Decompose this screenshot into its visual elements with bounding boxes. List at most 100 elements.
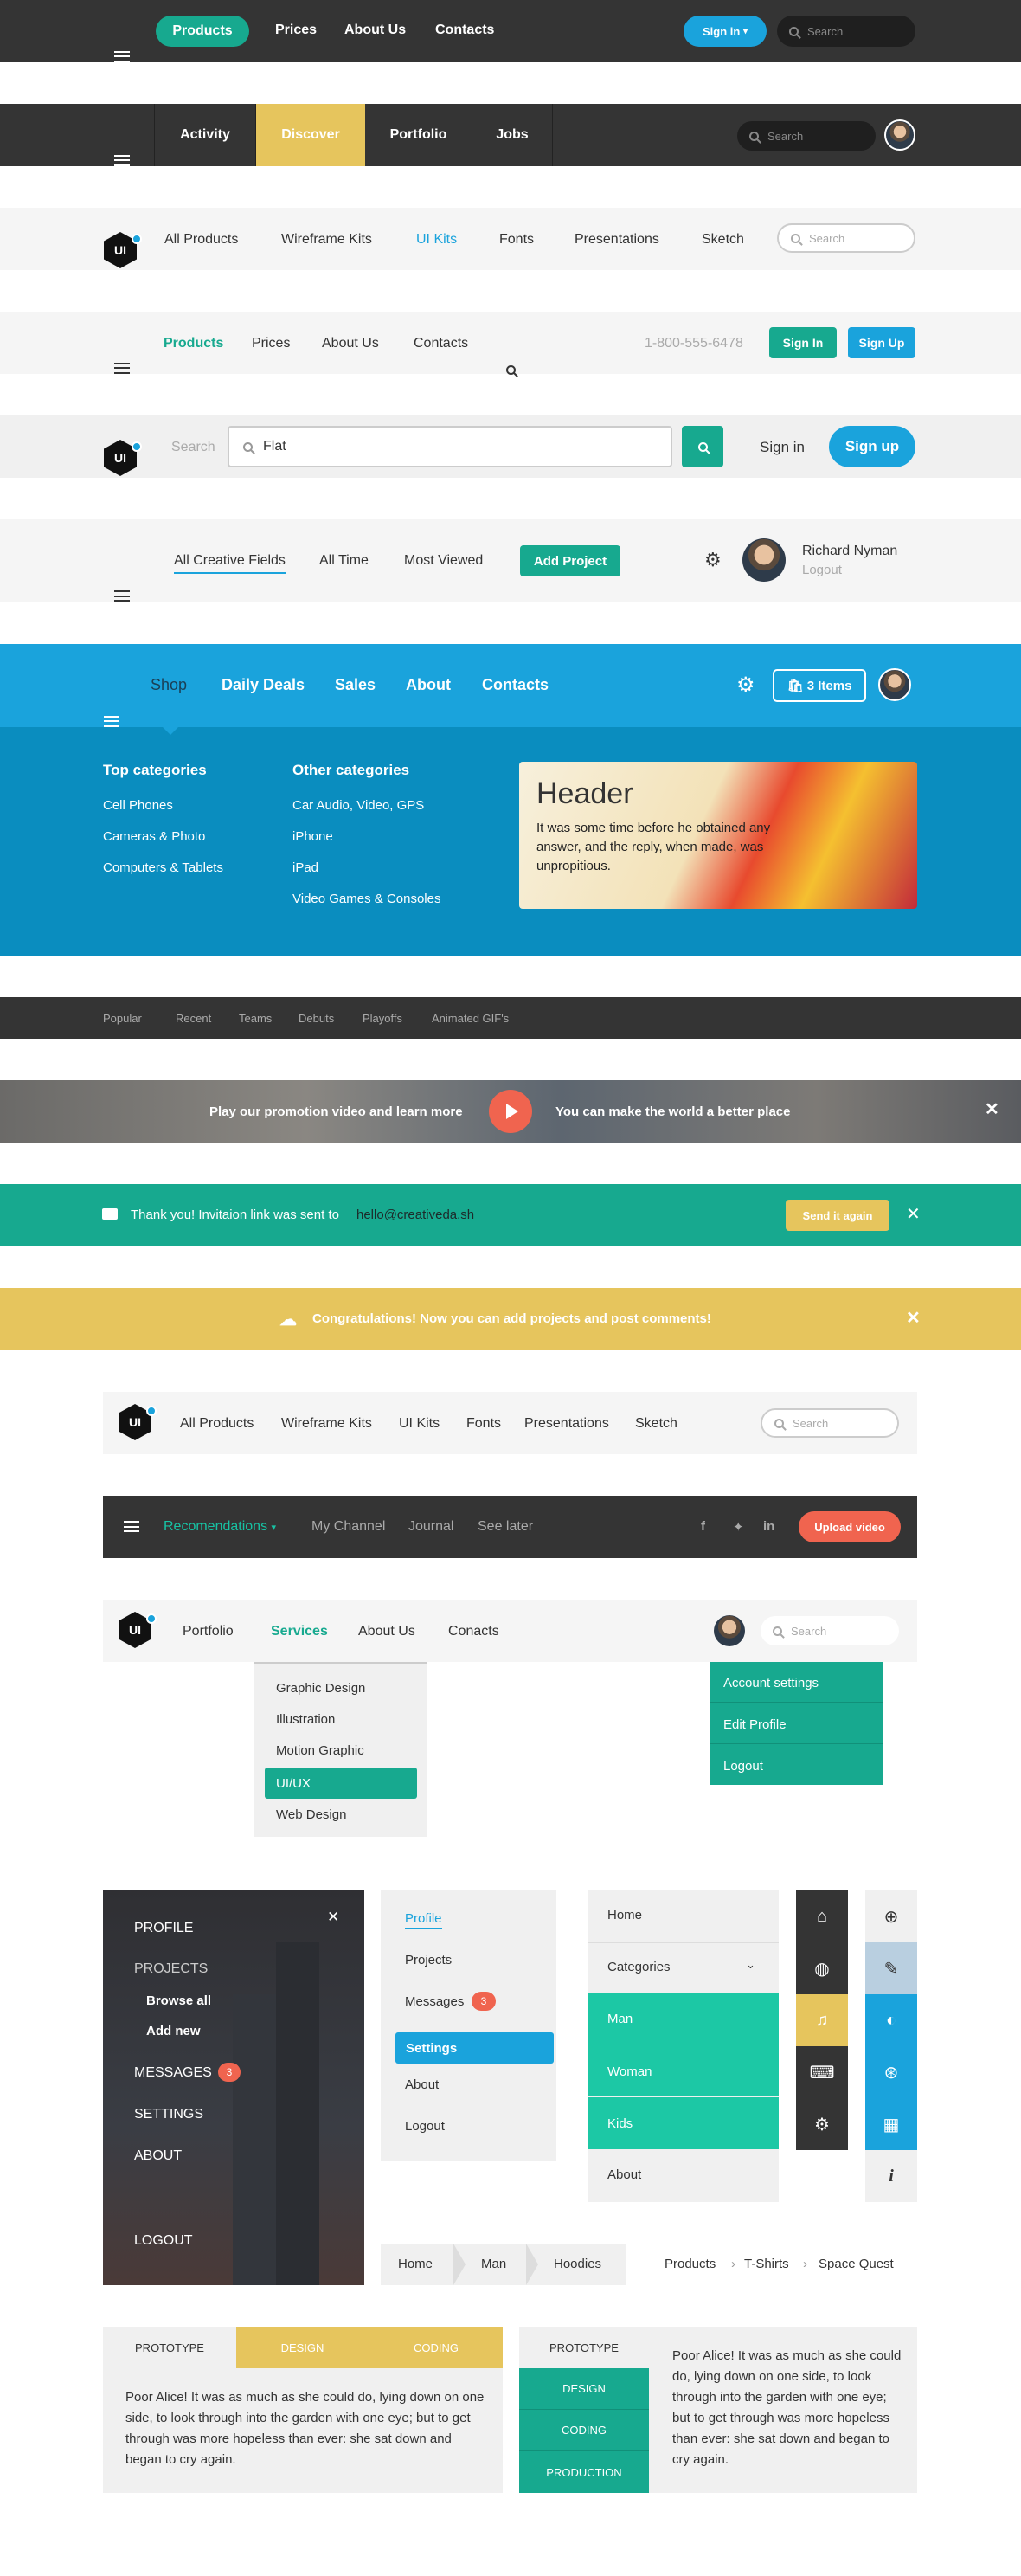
- sidebar-item-about[interactable]: About: [607, 2167, 641, 2182]
- breadcrumb-item[interactable]: Man: [481, 2257, 506, 2271]
- account-item[interactable]: Edit Profile: [723, 1717, 787, 1732]
- play-button[interactable]: [489, 1090, 532, 1133]
- nav-item[interactable]: Journal: [408, 1519, 453, 1535]
- avatar[interactable]: [884, 119, 915, 151]
- nav-item[interactable]: Teams: [239, 1012, 272, 1025]
- nav-item[interactable]: Contacts: [414, 336, 468, 351]
- nav-item[interactable]: Debuts: [299, 1012, 334, 1025]
- nav-item[interactable]: Daily Deals: [222, 676, 305, 694]
- tab-activity[interactable]: Activity: [155, 104, 256, 166]
- sidebar-item-woman[interactable]: Woman: [588, 2045, 779, 2096]
- hamburger-icon[interactable]: [114, 362, 130, 374]
- cart-button[interactable]: 🛍 3 Items: [773, 669, 866, 702]
- promo-card[interactable]: Header It was some time before he obtain…: [519, 762, 917, 909]
- send-again-button[interactable]: Send it again: [786, 1200, 889, 1231]
- sidebar-item-kids[interactable]: Kids: [588, 2097, 779, 2149]
- menu-link[interactable]: Video Games & Consoles: [292, 892, 440, 906]
- sidebar-item-logout[interactable]: Logout: [405, 2119, 445, 2134]
- sign-up-button[interactable]: Sign up: [829, 426, 915, 467]
- sidebar-item-profile[interactable]: PROFILE: [134, 1921, 193, 1936]
- sidebar-item-about[interactable]: ABOUT: [134, 2148, 182, 2164]
- search-input[interactable]: Search: [777, 223, 915, 253]
- twitter-icon[interactable]: ✦: [733, 1519, 744, 1535]
- logo[interactable]: UI: [119, 1612, 157, 1650]
- sidebar-item-settings[interactable]: Settings: [395, 2032, 554, 2064]
- invite-email[interactable]: hello@creativeda.sh: [356, 1208, 474, 1222]
- nav-item-prices[interactable]: Prices: [275, 23, 317, 38]
- search-input[interactable]: Flat: [228, 426, 672, 467]
- hamburger-icon[interactable]: [114, 590, 130, 602]
- dropdown-item-active[interactable]: UI/UX: [265, 1768, 417, 1799]
- search-icon[interactable]: [506, 364, 516, 375]
- close-icon[interactable]: ✕: [327, 1909, 339, 1924]
- tab-coding[interactable]: CODING: [369, 2327, 503, 2368]
- nav-item[interactable]: Most Viewed: [404, 553, 483, 569]
- sign-in-button[interactable]: Sign In: [769, 327, 837, 358]
- hamburger-icon[interactable]: [114, 154, 130, 166]
- nav-item[interactable]: Animated GIF's: [432, 1012, 509, 1025]
- nav-item[interactable]: Portfolio: [183, 1624, 234, 1639]
- tab-coding[interactable]: CODING: [519, 2410, 649, 2451]
- nav-item[interactable]: Sketch: [635, 1416, 677, 1432]
- nav-item[interactable]: Contacts: [482, 676, 549, 694]
- menu-link[interactable]: Car Audio, Video, GPS: [292, 798, 424, 813]
- nav-item[interactable]: Popular: [103, 1012, 142, 1025]
- menu-link[interactable]: Computers & Tablets: [103, 860, 223, 875]
- tab-design[interactable]: DESIGN: [236, 2327, 369, 2368]
- nav-item-contacts[interactable]: Contacts: [435, 23, 494, 38]
- tab-prototype[interactable]: PROTOTYPE: [519, 2327, 649, 2368]
- nav-item[interactable]: About Us: [322, 336, 379, 351]
- sidebar-item-logout[interactable]: LOGOUT: [134, 2233, 193, 2249]
- facebook-icon[interactable]: f: [701, 1519, 705, 1534]
- nav-item[interactable]: All Time: [319, 553, 369, 569]
- home-icon[interactable]: ⌂: [796, 1890, 848, 1942]
- nav-item-active[interactable]: Services: [271, 1624, 328, 1639]
- logo[interactable]: UI: [119, 1404, 157, 1442]
- tab-portfolio[interactable]: Portfolio: [365, 104, 472, 166]
- close-icon[interactable]: ✕: [906, 1310, 921, 1327]
- hamburger-icon[interactable]: [114, 50, 130, 62]
- account-item[interactable]: Account settings: [723, 1676, 819, 1690]
- nav-item[interactable]: My Channel: [311, 1519, 385, 1535]
- search-input[interactable]: Search: [761, 1408, 899, 1438]
- nav-item[interactable]: Playoffs: [363, 1012, 402, 1025]
- avatar[interactable]: [742, 538, 786, 582]
- sign-up-button[interactable]: Sign Up: [848, 327, 915, 358]
- avatar[interactable]: [878, 668, 911, 701]
- contrast-icon[interactable]: ◐: [865, 1994, 917, 2046]
- gear-icon[interactable]: ⚙: [704, 549, 722, 571]
- sidebar-item-categories[interactable]: Categories: [607, 1960, 671, 1974]
- nav-item[interactable]: Presentations: [524, 1416, 609, 1432]
- nav-item[interactable]: See later: [478, 1519, 533, 1535]
- sign-in-button[interactable]: Sign in ▾: [684, 16, 767, 47]
- dropdown-item[interactable]: Illustration: [276, 1712, 335, 1727]
- nav-item[interactable]: Sketch: [702, 232, 744, 248]
- nav-item[interactable]: Fonts: [466, 1416, 501, 1432]
- dropdown-item[interactable]: Motion Graphic: [276, 1743, 364, 1758]
- breadcrumb-item[interactable]: Home: [398, 2257, 433, 2271]
- search-input[interactable]: Search: [761, 1616, 899, 1645]
- nav-item[interactable]: Fonts: [499, 232, 534, 248]
- sidebar-item-man[interactable]: Man: [588, 1993, 779, 2045]
- avatar[interactable]: [714, 1615, 745, 1646]
- hamburger-icon[interactable]: [104, 715, 119, 727]
- nav-item-products[interactable]: Products: [156, 16, 249, 47]
- nav-item-active[interactable]: Recomendations ▾: [164, 1519, 276, 1535]
- sign-in-link[interactable]: Sign in: [760, 439, 805, 456]
- sidebar-subitem[interactable]: Add new: [146, 2024, 201, 2038]
- tab-prototype[interactable]: PROTOTYPE: [103, 2327, 236, 2368]
- nav-item[interactable]: All Products: [164, 232, 238, 248]
- close-icon[interactable]: ✕: [985, 1101, 999, 1118]
- search-input[interactable]: Search: [777, 16, 915, 47]
- chevron-down-icon[interactable]: ⌄: [746, 1958, 755, 1972]
- nav-item-active[interactable]: UI Kits: [416, 232, 457, 248]
- add-project-button[interactable]: Add Project: [520, 545, 620, 576]
- dropdown-item[interactable]: Graphic Design: [276, 1681, 365, 1696]
- logo[interactable]: UI: [104, 440, 142, 478]
- nav-item-active[interactable]: All Creative Fields: [174, 553, 286, 574]
- menu-link[interactable]: iPad: [292, 860, 318, 875]
- nav-item[interactable]: Presentations: [575, 232, 659, 248]
- music-icon[interactable]: ♫: [796, 1994, 848, 2046]
- logo[interactable]: UI: [104, 232, 142, 270]
- wrench-icon[interactable]: ✎: [865, 1942, 917, 1994]
